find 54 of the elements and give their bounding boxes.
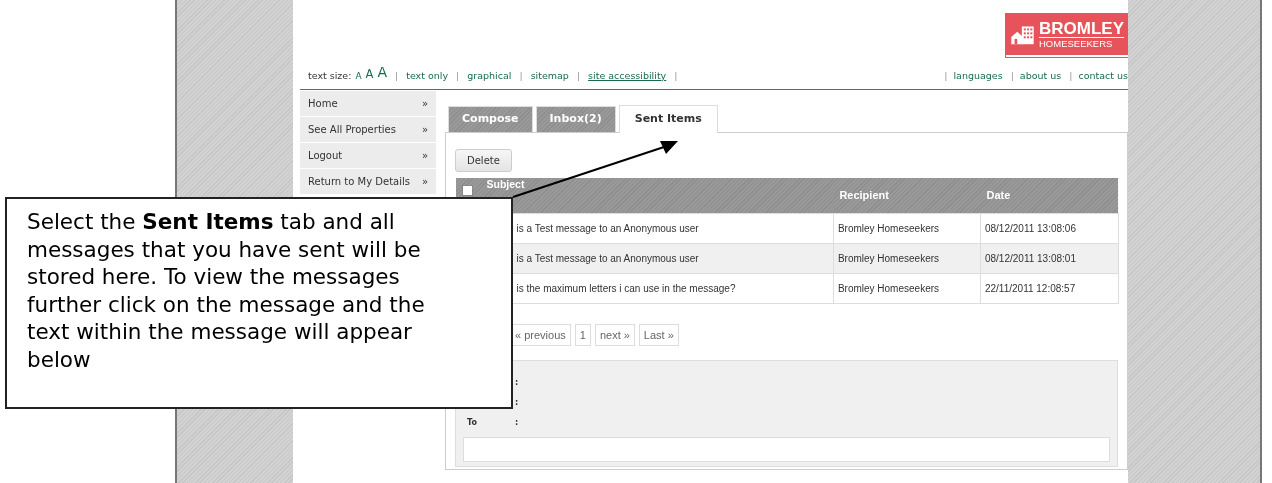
field-separator: :: [515, 397, 519, 409]
text-size-label: text size:: [308, 68, 352, 83]
nav-link[interactable]: graphical: [467, 68, 512, 83]
sidebar-label: Logout: [308, 149, 343, 163]
sidebar-item[interactable]: Logout »: [300, 143, 436, 169]
separator: |: [1069, 69, 1073, 81]
separator: |: [944, 69, 948, 81]
checkbox[interactable]: [461, 184, 473, 196]
callout-text: Select the Sent Items tab and all messages that you have sent will be stored here. To view the messages further click on the message and the text within the message will appear below: [27, 208, 426, 373]
column-header: Recipient: [839, 189, 889, 201]
nav-link[interactable]: languages: [953, 69, 1003, 81]
nav-link[interactable]: about us: [1019, 69, 1062, 81]
field-separator: :: [515, 417, 519, 429]
pagination-link[interactable]: Last »: [638, 323, 679, 346]
sidebar-label: See All Properties: [308, 123, 396, 137]
table-cell: Bromley Homeseekers: [833, 273, 981, 303]
text-size-link[interactable]: A: [377, 62, 387, 83]
table-cell: Bromley Homeseekers: [833, 213, 981, 243]
table-cell: 08/12/2011 13:08:06: [980, 213, 1119, 243]
separator: |: [519, 68, 523, 83]
nav-link[interactable]: contact us: [1078, 69, 1128, 81]
table-cell: 08/12/2011 13:08:01: [980, 243, 1119, 273]
nav-link[interactable]: text only: [406, 68, 449, 83]
sidebar-label: Home: [308, 97, 338, 111]
pagination-link[interactable]: 1: [574, 323, 591, 346]
tab[interactable]: Sent Items: [618, 105, 718, 133]
table-cell: Bromley Homeseekers: [833, 243, 981, 273]
pagination-link[interactable]: next »: [594, 323, 635, 346]
nav-link[interactable]: sitemap: [530, 68, 569, 83]
logo[interactable]: BROMLEY HOMESEEKERS: [1006, 14, 1128, 57]
separator: |: [1010, 69, 1014, 81]
separator: |: [395, 68, 399, 83]
sidebar-item[interactable]: Home »: [300, 91, 436, 117]
chevron-icon: »: [421, 122, 428, 137]
chevron-icon: »: [421, 174, 428, 189]
text-size-link[interactable]: A: [365, 65, 374, 83]
logo-subtext: HOMESEEKERS: [1039, 36, 1124, 49]
sidebar-label: Return to My Details: [308, 175, 410, 189]
column-header: Date: [986, 189, 1011, 201]
sidebar-item[interactable]: Return to My Details »: [300, 169, 436, 195]
nav-link[interactable]: site accessibility: [588, 68, 667, 83]
field-label: To: [466, 417, 478, 429]
chevron-icon: »: [421, 96, 428, 111]
delete-button[interactable]: Delete: [455, 149, 512, 172]
sidebar-item[interactable]: See All Properties »: [300, 117, 436, 143]
table-cell: 22/11/2011 12:08:57: [980, 273, 1119, 303]
chevron-icon: »: [421, 148, 428, 163]
separator: |: [674, 68, 678, 83]
logo-text: BROMLEY: [1039, 20, 1124, 37]
field-separator: :: [515, 377, 519, 389]
separator: |: [456, 68, 460, 83]
column-header: Subject: [486, 178, 525, 190]
text-size-link[interactable]: A: [355, 69, 362, 83]
separator: |: [576, 68, 581, 83]
